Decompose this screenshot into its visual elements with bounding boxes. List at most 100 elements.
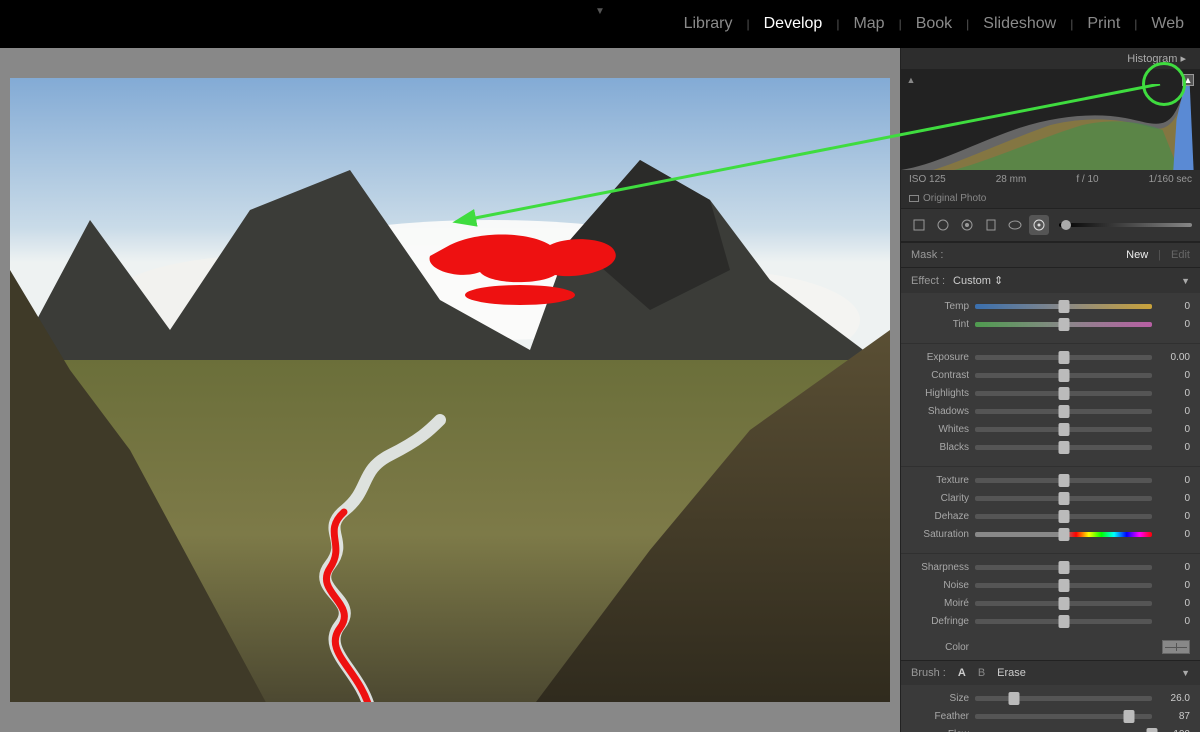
slider-track[interactable] xyxy=(975,304,1152,309)
slider-label: Highlights xyxy=(911,388,969,399)
mask-section-bar: Mask : New | Edit xyxy=(901,242,1200,267)
slider-value: 0 xyxy=(1158,442,1190,453)
slider-thumb[interactable] xyxy=(1058,318,1069,331)
slider-thumb[interactable] xyxy=(1147,728,1158,732)
original-photo-toggle[interactable]: Original Photo xyxy=(901,189,1200,208)
slider-moire[interactable]: Moiré0 xyxy=(911,594,1190,612)
slider-thumb[interactable] xyxy=(1058,510,1069,523)
slider-value: 0 xyxy=(1158,493,1190,504)
slider-thumb[interactable] xyxy=(1058,579,1069,592)
exposure-quick-slider[interactable] xyxy=(1059,223,1192,227)
effect-dropdown[interactable]: Custom ⇕ xyxy=(953,274,1003,287)
slider-track[interactable] xyxy=(975,714,1152,719)
color-swatch[interactable] xyxy=(1162,640,1190,654)
slider-label: Temp xyxy=(911,301,969,312)
slider-track[interactable] xyxy=(975,427,1152,432)
slider-track[interactable] xyxy=(975,391,1152,396)
slider-track[interactable] xyxy=(975,478,1152,483)
slider-track[interactable] xyxy=(975,373,1152,378)
slider-label: Noise xyxy=(911,580,969,591)
histogram[interactable]: ▲ ▲ xyxy=(901,70,1200,170)
slider-track[interactable] xyxy=(975,322,1152,327)
spot-tool-icon[interactable] xyxy=(933,215,953,235)
slider-thumb[interactable] xyxy=(1058,300,1069,313)
slider-sharpness[interactable]: Sharpness0 xyxy=(911,558,1190,576)
slider-track[interactable] xyxy=(975,445,1152,450)
slider-defringe[interactable]: Defringe0 xyxy=(911,612,1190,630)
slider-thumb[interactable] xyxy=(1123,710,1134,723)
slider-thumb[interactable] xyxy=(1058,351,1069,364)
slider-dehaze[interactable]: Dehaze0 xyxy=(911,507,1190,525)
brush-tool-icon[interactable] xyxy=(1029,215,1049,235)
slider-track[interactable] xyxy=(975,583,1152,588)
slider-track[interactable] xyxy=(975,696,1152,701)
slider-thumb[interactable] xyxy=(1058,423,1069,436)
slider-track[interactable] xyxy=(975,565,1152,570)
module-web[interactable]: Web xyxy=(1145,15,1190,33)
module-book[interactable]: Book xyxy=(910,15,958,33)
slider-track[interactable] xyxy=(975,601,1152,606)
effect-row: Effect : Custom ⇕ ▼ xyxy=(901,267,1200,293)
slider-thumb[interactable] xyxy=(1058,561,1069,574)
slider-track[interactable] xyxy=(975,619,1152,624)
local-adjustment-toolbar xyxy=(901,208,1200,242)
slider-thumb[interactable] xyxy=(1058,369,1069,382)
slider-thumb[interactable] xyxy=(1058,615,1069,628)
slider-thumb[interactable] xyxy=(1008,692,1019,705)
slider-value: 0 xyxy=(1158,529,1190,540)
slider-temp[interactable]: Temp0 xyxy=(911,297,1190,315)
slider-shadows[interactable]: Shadows0 xyxy=(911,402,1190,420)
histogram-header[interactable]: Histogram ▸ xyxy=(901,48,1200,70)
module-map[interactable]: Map xyxy=(847,15,890,33)
brush-erase-button[interactable]: Erase xyxy=(997,667,1026,679)
shadow-clipping-icon[interactable]: ▲ xyxy=(905,74,917,86)
mask-edit-button[interactable]: Edit xyxy=(1171,249,1190,261)
slider-label: Sharpness xyxy=(911,562,969,573)
graduated-tool-icon[interactable] xyxy=(981,215,1001,235)
image-canvas[interactable] xyxy=(0,48,900,732)
slider-label: Defringe xyxy=(911,616,969,627)
module-print[interactable]: Print xyxy=(1081,15,1126,33)
slider-thumb[interactable] xyxy=(1058,492,1069,505)
slider-flow[interactable]: Flow100 xyxy=(911,725,1190,732)
slider-label: Exposure xyxy=(911,352,969,363)
slider-tint[interactable]: Tint0 xyxy=(911,315,1190,333)
brush-a-button[interactable]: A xyxy=(958,667,966,679)
slider-saturation[interactable]: Saturation0 xyxy=(911,525,1190,543)
module-develop[interactable]: Develop xyxy=(758,15,829,33)
effect-disclosure-icon[interactable]: ▼ xyxy=(1181,276,1190,286)
brush-b-button[interactable]: B xyxy=(978,667,985,679)
slider-noise[interactable]: Noise0 xyxy=(911,576,1190,594)
slider-blacks[interactable]: Blacks0 xyxy=(911,438,1190,456)
slider-track[interactable] xyxy=(975,355,1152,360)
slider-whites[interactable]: Whites0 xyxy=(911,420,1190,438)
mask-new-button[interactable]: New xyxy=(1126,249,1148,261)
crop-tool-icon[interactable] xyxy=(909,215,929,235)
redeye-tool-icon[interactable] xyxy=(957,215,977,235)
slider-thumb[interactable] xyxy=(1058,405,1069,418)
slider-thumb[interactable] xyxy=(1058,474,1069,487)
highlight-clipping-icon[interactable]: ▲ xyxy=(1182,74,1194,86)
slider-thumb[interactable] xyxy=(1058,528,1069,541)
slider-track[interactable] xyxy=(975,409,1152,414)
expand-panel-icon[interactable]: ▼ xyxy=(595,6,605,17)
slider-clarity[interactable]: Clarity0 xyxy=(911,489,1190,507)
slider-track[interactable] xyxy=(975,496,1152,501)
slider-contrast[interactable]: Contrast0 xyxy=(911,366,1190,384)
slider-track[interactable] xyxy=(975,514,1152,519)
radial-tool-icon[interactable] xyxy=(1005,215,1025,235)
slider-thumb[interactable] xyxy=(1058,387,1069,400)
slider-feather[interactable]: Feather87 xyxy=(911,707,1190,725)
module-slideshow[interactable]: Slideshow xyxy=(977,15,1062,33)
slider-texture[interactable]: Texture0 xyxy=(911,471,1190,489)
slider-thumb[interactable] xyxy=(1058,441,1069,454)
slider-thumb[interactable] xyxy=(1058,597,1069,610)
slider-label: Feather xyxy=(911,711,969,722)
module-library[interactable]: Library xyxy=(678,15,739,33)
slider-size[interactable]: Size26.0 xyxy=(911,689,1190,707)
slider-highlights[interactable]: Highlights0 xyxy=(911,384,1190,402)
top-bar: ▼ Library| Develop| Map| Book| Slideshow… xyxy=(0,0,1200,48)
slider-exposure[interactable]: Exposure0.00 xyxy=(911,348,1190,366)
slider-track[interactable] xyxy=(975,532,1152,537)
brush-disclosure-icon[interactable]: ▼ xyxy=(1181,668,1190,678)
